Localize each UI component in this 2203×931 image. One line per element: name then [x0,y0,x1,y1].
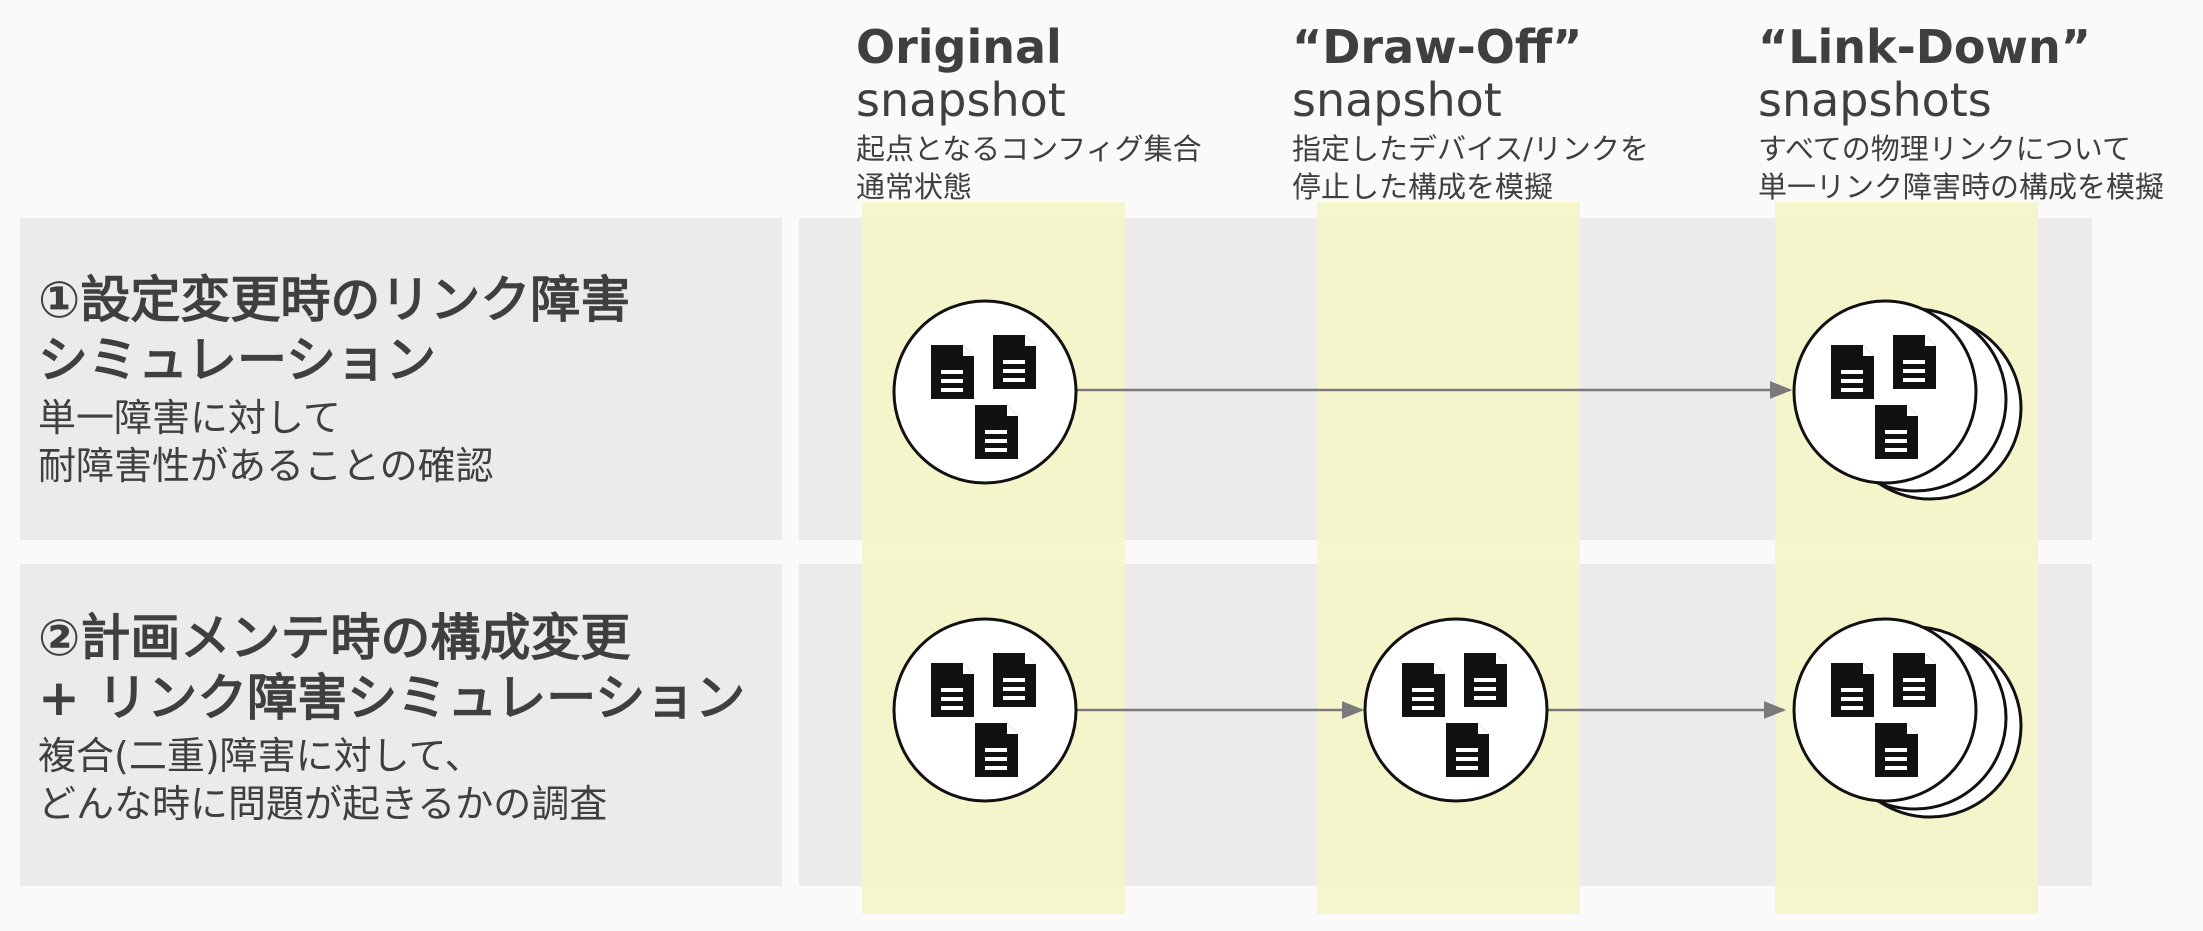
original-snapshot-row1 [892,299,1078,485]
linkdown-snapshots-row1 [1792,299,2023,501]
snapshot-flow-diagram [892,299,2023,819]
original-snapshot-row2 [892,617,1078,803]
linkdown-snapshots-row2 [1792,617,2023,819]
drawoff-snapshot-row2 [1363,617,1549,803]
